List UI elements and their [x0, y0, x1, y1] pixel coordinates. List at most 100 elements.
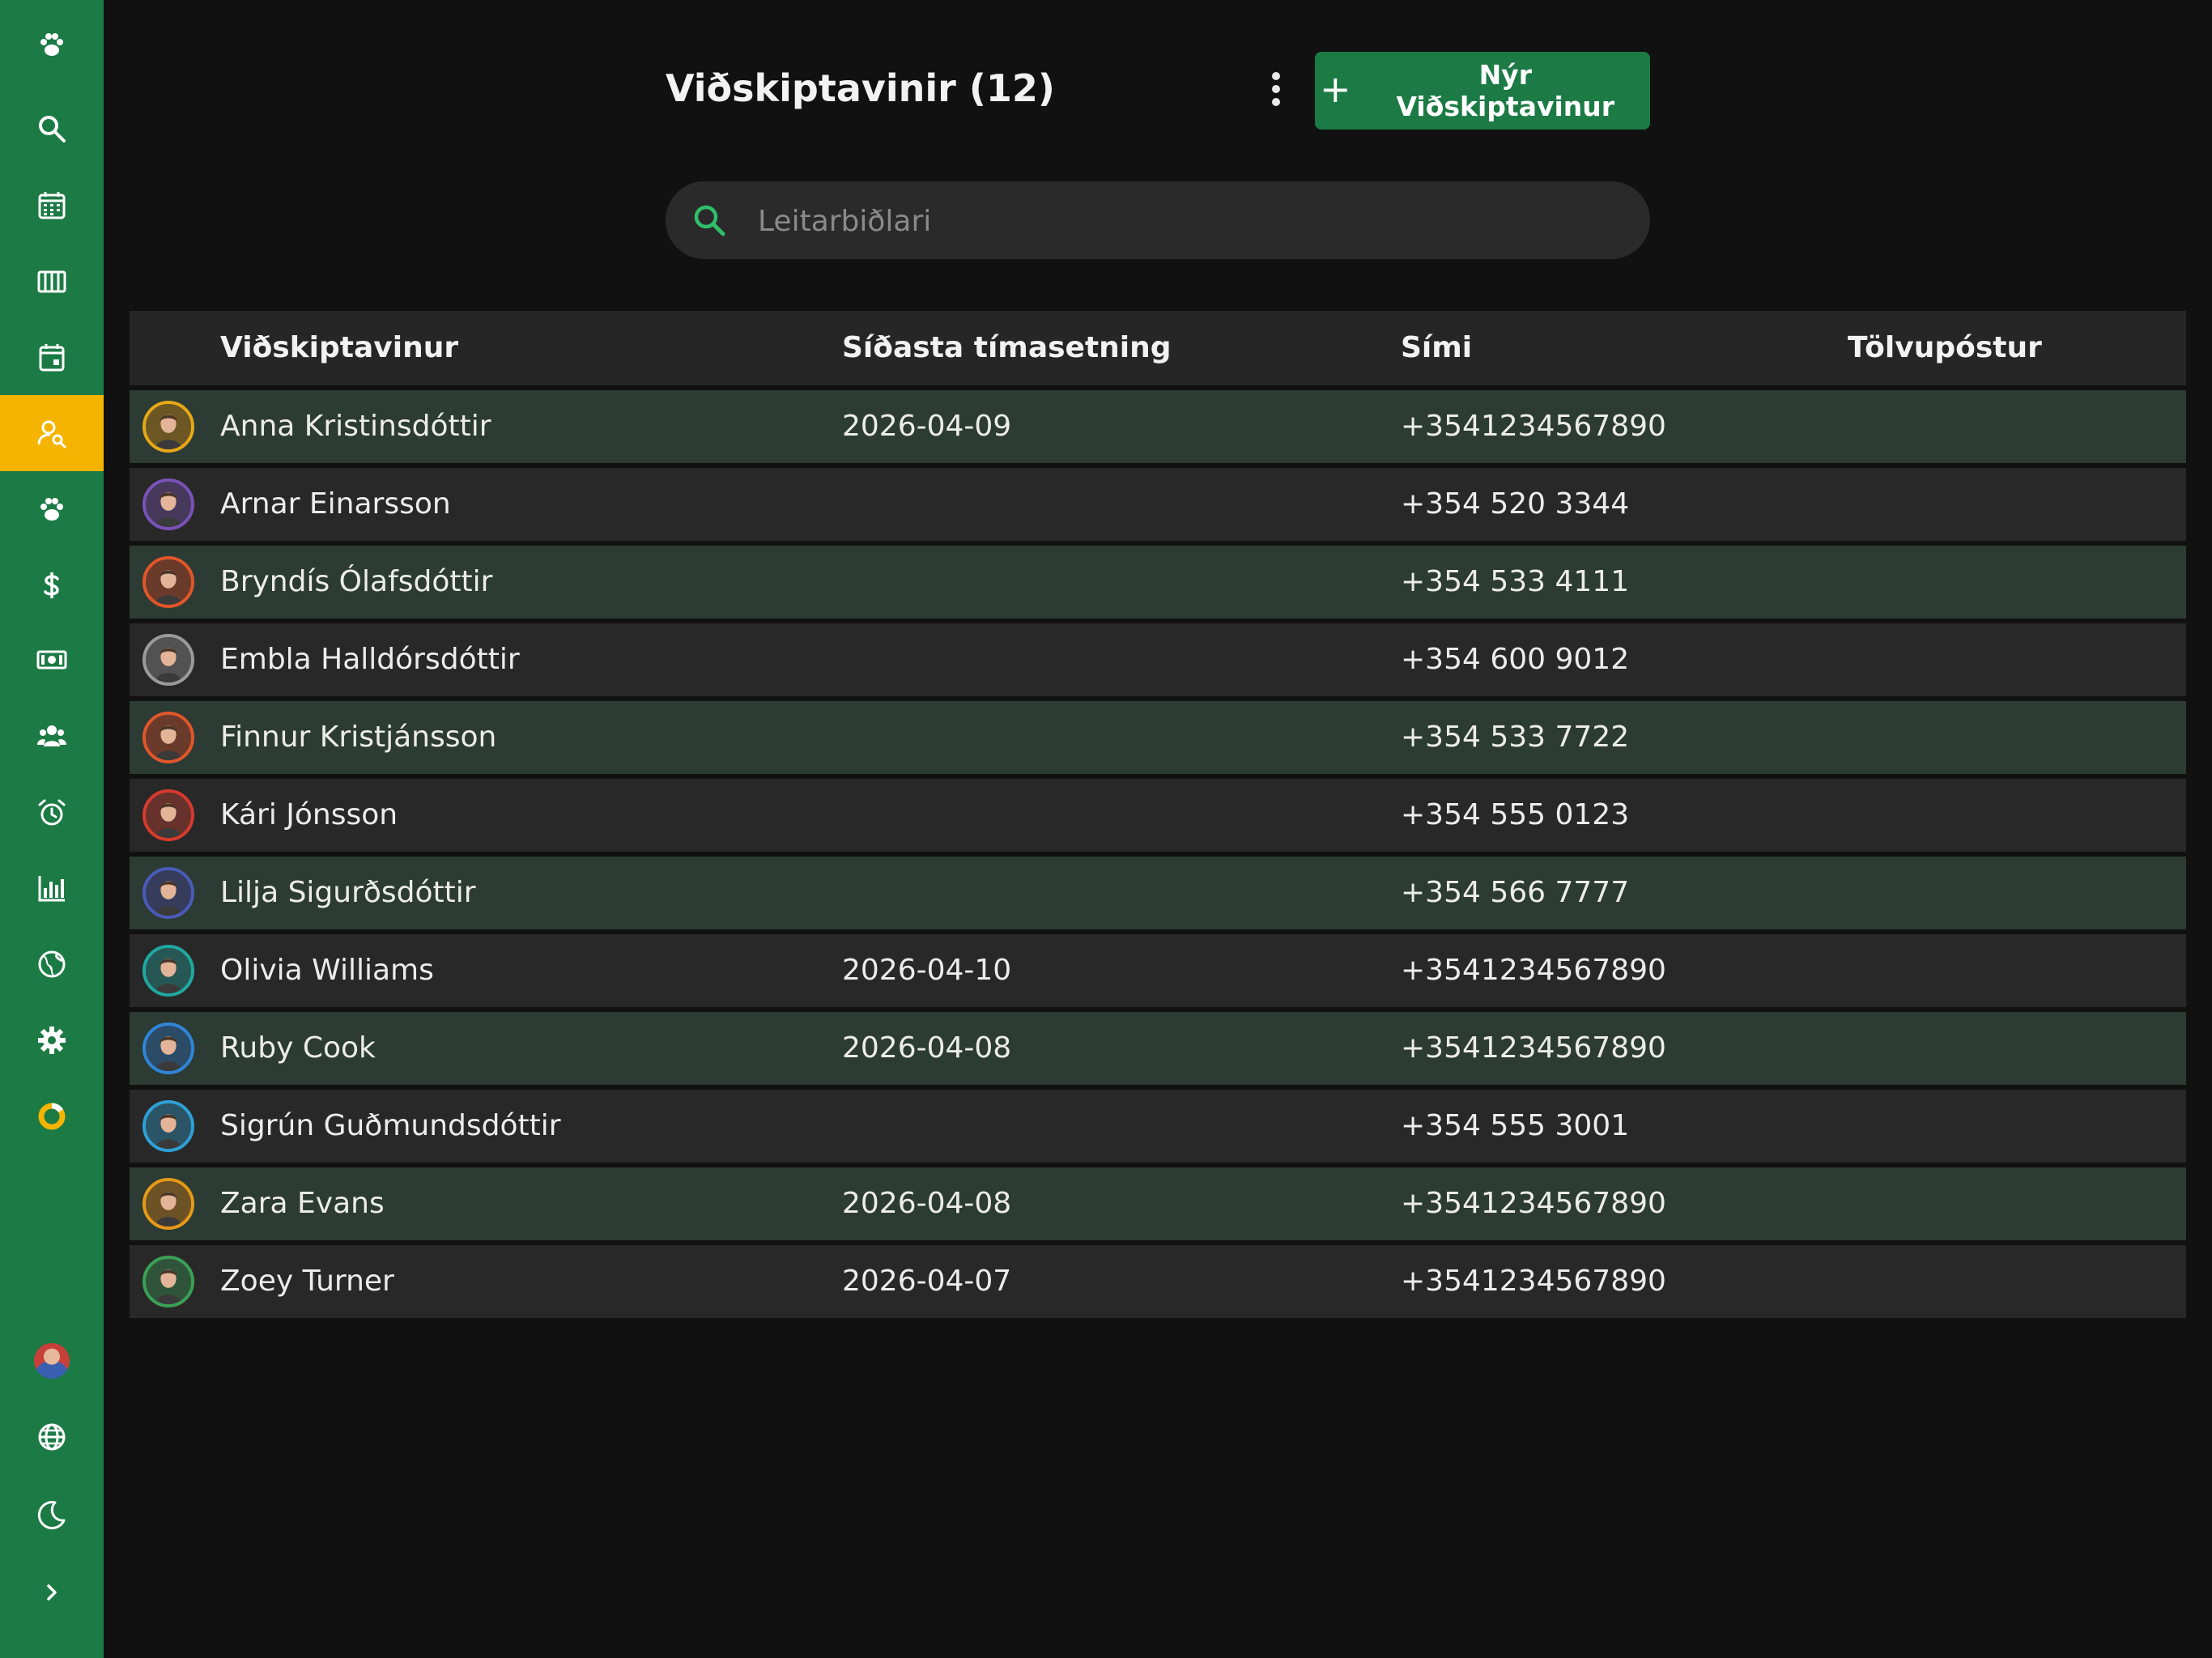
phone-number: +3541234567890	[1401, 1187, 1666, 1220]
column-header-email[interactable]: Tölvupóstur	[1848, 311, 2042, 385]
customer-avatar	[143, 401, 194, 453]
sidebar-item-home[interactable]	[0, 6, 104, 83]
phone-number: +3541234567890	[1401, 1031, 1666, 1065]
table-row[interactable]: Bryndís Ólafsdóttir +354 533 4111	[130, 546, 2186, 619]
last-appointment: 2026-04-08	[842, 1187, 1012, 1220]
sidebar-item-prices[interactable]	[0, 547, 104, 623]
customer-avatar	[143, 556, 194, 608]
customer-avatar	[143, 867, 194, 919]
column-header-phone[interactable]: Sími	[1401, 311, 1472, 385]
phone-number: +354 566 7777	[1401, 876, 1630, 909]
customer-avatar	[143, 1100, 194, 1152]
customer-avatar	[143, 712, 194, 763]
customer-avatar	[143, 478, 194, 530]
phone-number: +3541234567890	[1401, 410, 1666, 443]
search-icon	[39, 116, 66, 142]
user-avatar	[34, 1343, 70, 1379]
phone-number: +354 533 7722	[1401, 721, 1630, 754]
sidebar-item-settings[interactable]	[0, 1002, 104, 1078]
column-header-customer[interactable]: Viðskiptavinur	[220, 311, 458, 385]
calendar-day-icon	[39, 344, 65, 372]
search-bar[interactable]	[666, 181, 1650, 259]
sidebar-item-payments[interactable]	[0, 622, 104, 698]
customer-avatar	[143, 1256, 194, 1307]
table-row[interactable]: Zara Evans 2026-04-08 +3541234567890	[130, 1167, 2186, 1240]
column-header-last-appointment[interactable]: Síðasta tímasetning	[842, 311, 1172, 385]
customer-name: Zoey Turner	[220, 1265, 394, 1298]
dollar-icon	[44, 572, 59, 598]
table-row[interactable]: Arnar Einarsson +354 520 3344	[130, 468, 2186, 541]
sidebar-item-reminders[interactable]	[0, 775, 104, 851]
more-options-button[interactable]	[1257, 66, 1295, 112]
customer-name: Kári Jónsson	[220, 798, 398, 831]
last-appointment: 2026-04-08	[842, 1031, 1012, 1065]
last-appointment: 2026-04-09	[842, 410, 1012, 443]
chevron-right-icon	[47, 1584, 57, 1601]
table-row[interactable]: Embla Halldórsdóttir +354 600 9012	[130, 623, 2186, 696]
language-globe-icon	[38, 1423, 66, 1451]
sidebar-item-search[interactable]	[0, 91, 104, 167]
sidebar-item-web[interactable]	[0, 926, 104, 1002]
customer-name: Anna Kristinsdóttir	[220, 410, 491, 443]
search-icon	[694, 205, 725, 236]
last-appointment: 2026-04-07	[842, 1265, 1012, 1298]
paw-logo-icon	[40, 33, 63, 56]
loading-ring-icon	[38, 1103, 66, 1130]
new-customer-button-label: Nýr Viðskiptavinur	[1396, 59, 1615, 122]
phone-number: +354 555 0123	[1401, 798, 1630, 831]
paw-icon	[40, 498, 63, 521]
customer-search-icon	[37, 420, 66, 449]
sidebar-item-calendar[interactable]	[0, 168, 104, 244]
last-appointment: 2026-04-10	[842, 954, 1012, 987]
customer-name: Finnur Kristjánsson	[220, 721, 497, 754]
gear-icon	[38, 1027, 66, 1054]
customer-avatar	[143, 1178, 194, 1230]
table-row[interactable]: Kári Jónsson +354 555 0123	[130, 779, 2186, 852]
new-customer-button[interactable]: + Nýr Viðskiptavinur	[1315, 52, 1650, 130]
table-row[interactable]: Zoey Turner 2026-04-07 +3541234567890	[130, 1245, 2186, 1318]
sidebar-item-theme[interactable]	[0, 1477, 104, 1553]
columns-icon	[37, 270, 66, 293]
table-row[interactable]: Olivia Williams 2026-04-10 +3541234567890	[130, 934, 2186, 1007]
table-row[interactable]: Sigrún Guðmundsdóttir +354 555 3001	[130, 1090, 2186, 1163]
customer-avatar	[143, 1022, 194, 1074]
table-body: Anna Kristinsdóttir 2026-04-09 +3541234567…	[130, 390, 2186, 1318]
page-title: Viðskiptavinir (12)	[666, 66, 1055, 110]
customer-name: Embla Halldórsdóttir	[220, 643, 520, 676]
customer-avatar	[143, 945, 194, 997]
moon-icon	[37, 1501, 66, 1530]
customer-name: Lilja Sigurðsdóttir	[220, 876, 476, 909]
table-row[interactable]: Lilja Sigurðsdóttir +354 566 7777	[130, 857, 2186, 929]
sidebar-item-customers[interactable]	[0, 395, 104, 471]
sidebar-item-language[interactable]	[0, 1399, 104, 1475]
sidebar-item-schedule[interactable]	[0, 320, 104, 396]
table-row[interactable]: Finnur Kristjánsson +354 533 7722	[130, 701, 2186, 774]
phone-number: +3541234567890	[1401, 1265, 1666, 1298]
table-row[interactable]: Anna Kristinsdóttir 2026-04-09 +3541234567…	[130, 390, 2186, 463]
sidebar-item-expand[interactable]	[0, 1554, 104, 1630]
sidebar-item-profile[interactable]	[0, 1323, 104, 1399]
sidebar	[0, 0, 104, 1658]
phone-number: +354 520 3344	[1401, 487, 1630, 521]
phone-number: +354 533 4111	[1401, 565, 1630, 598]
phone-number: +354 600 9012	[1401, 643, 1630, 676]
sidebar-item-reports[interactable]	[0, 850, 104, 926]
table-header: Viðskiptavinur Síðasta tímasetning Sími …	[130, 311, 2186, 390]
customer-name: Sigrún Guðmundsdóttir	[220, 1109, 561, 1142]
kebab-menu-icon	[1272, 72, 1280, 106]
users-icon	[37, 725, 66, 746]
sidebar-item-board[interactable]	[0, 244, 104, 320]
customer-name: Ruby Cook	[220, 1031, 376, 1065]
customer-name: Zara Evans	[220, 1187, 385, 1220]
customers-table: Viðskiptavinur Síðasta tímasetning Sími …	[130, 311, 2186, 1318]
cash-icon	[36, 650, 67, 670]
phone-number: +3541234567890	[1401, 954, 1666, 987]
customer-avatar	[143, 634, 194, 686]
sidebar-item-staff[interactable]	[0, 698, 104, 774]
sidebar-item-pets[interactable]	[0, 471, 104, 547]
calendar-grid-icon	[38, 192, 66, 219]
search-input[interactable]	[756, 198, 1618, 244]
table-row[interactable]: Ruby Cook 2026-04-08 +3541234567890	[130, 1012, 2186, 1085]
bar-chart-icon	[38, 876, 65, 902]
sidebar-item-status[interactable]	[0, 1078, 104, 1154]
